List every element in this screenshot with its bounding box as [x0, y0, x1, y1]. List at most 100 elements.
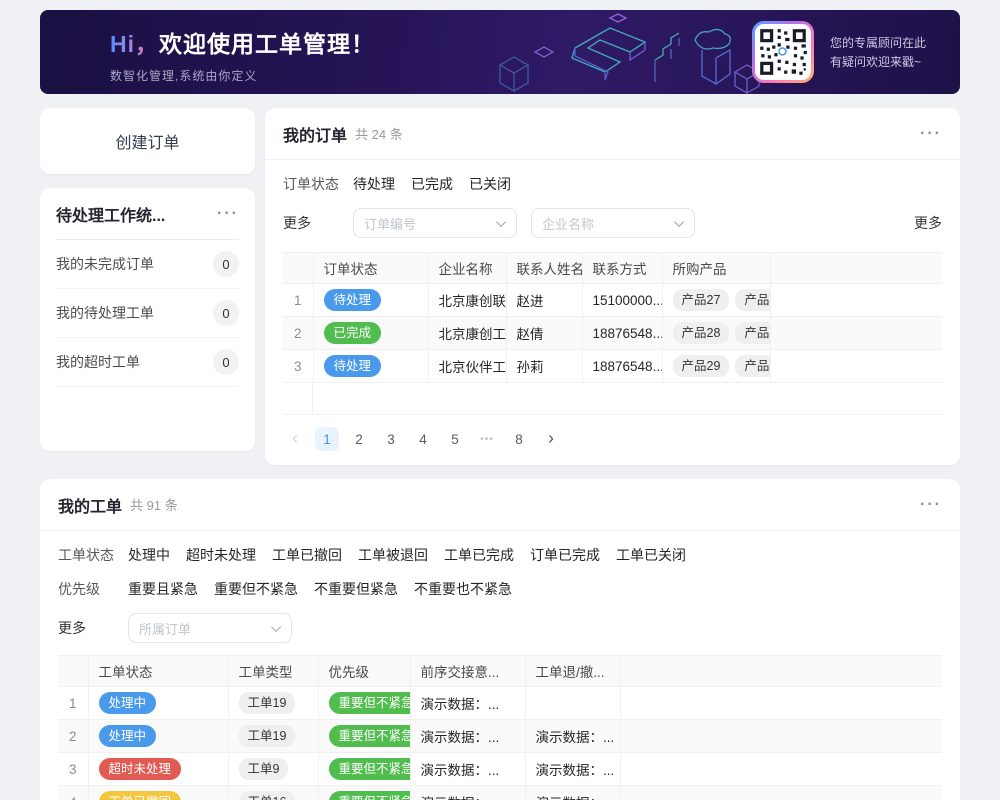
sidebar: 创建订单 待处理工作统... ··· 我的未完成订单 0 我的待处理工单 0 我… — [40, 108, 255, 451]
more-filters-label: 更多 — [283, 213, 353, 233]
priority-filter-label: 优先级 — [58, 579, 128, 599]
status-badge: 处理中 — [99, 692, 157, 714]
filter-option-order-done[interactable]: 订单已完成 — [530, 545, 600, 565]
pending-work-stats-card: 待处理工作统... ··· 我的未完成订单 0 我的待处理工单 0 我的超时工单… — [40, 188, 255, 451]
filter-option-pending[interactable]: 待处理 — [353, 174, 395, 194]
status-badge: 处理中 — [99, 725, 157, 747]
more-icon[interactable]: ··· — [217, 206, 239, 222]
create-order-button[interactable]: 创建订单 — [40, 108, 255, 174]
retreat-cell: 演示数据：... — [525, 720, 620, 753]
ticket-status-cell: 处理中 — [88, 720, 228, 753]
more-icon[interactable]: ··· — [920, 497, 942, 513]
filter-option-ticket-closed[interactable]: 工单已关闭 — [616, 545, 686, 565]
ticket-status-cell: 工单已撤回 — [88, 786, 228, 800]
qr-caption-line2: 有疑问欢迎来戳~ — [830, 53, 926, 72]
filter-option-not-important-not-urgent[interactable]: 不重要也不紧急 — [414, 579, 512, 599]
products-cell: 产品28产品 — [662, 317, 770, 350]
parent-order-select[interactable]: 所属订单 — [128, 613, 292, 643]
contact-cell: 孙莉 — [506, 350, 582, 383]
stat-pending-tickets[interactable]: 我的待处理工单 0 — [56, 289, 239, 338]
products-cell: 产品29产品 — [662, 350, 770, 383]
product-tag: 产品 — [735, 322, 770, 344]
priority-badge: 重要但不紧急 — [329, 791, 411, 800]
my-tickets-panel: 我的工单 共 91 条 ··· 工单状态 处理中 超时未处理 工单已撤回 工单被… — [40, 479, 960, 800]
col-contact-name: 联系人姓名 — [506, 253, 582, 284]
col-blank — [620, 656, 942, 687]
row-index: 2 — [58, 720, 88, 753]
filter-option-returned[interactable]: 工单被退回 — [358, 545, 428, 565]
filter-option-completed[interactable]: 已完成 — [411, 174, 453, 194]
priority-cell: 重要但不紧急 — [318, 687, 410, 720]
page-3[interactable]: 3 — [379, 427, 403, 451]
col-order-status: 订单状态 — [313, 253, 428, 284]
stat-unfinished-orders[interactable]: 我的未完成订单 0 — [56, 240, 239, 289]
banner-subtitle: 数智化管理,系统由你定义 — [110, 67, 375, 84]
filter-option-overtime[interactable]: 超时未处理 — [186, 545, 256, 565]
table-row[interactable]: 2 已完成 北京康创工... 赵倩 18876548... 产品28产品 — [283, 317, 942, 350]
count-badge: 0 — [213, 349, 239, 375]
ticket-type-cell: 工单19 — [228, 720, 318, 753]
order-status-cell: 待处理 — [313, 350, 428, 383]
tickets-panel-title: 我的工单 — [58, 493, 122, 517]
table-row[interactable]: 3 待处理 北京伙伴工... 孙莉 18876548... 产品29产品 — [283, 350, 942, 383]
company-cell: 北京康创工... — [428, 317, 506, 350]
blank-cell — [620, 720, 942, 753]
page-ellipsis-icon[interactable]: ••• — [475, 427, 499, 451]
company-name-placeholder: 企业名称 — [542, 214, 677, 233]
create-order-label: 创建订单 — [115, 129, 179, 153]
ticket-status-cell: 处理中 — [88, 687, 228, 720]
filter-option-withdrawn[interactable]: 工单已撤回 — [272, 545, 342, 565]
ticket-type-tag: 工单19 — [239, 725, 296, 747]
orders-count: 共 24 条 — [355, 124, 403, 143]
ticket-type-cell: 工单16 — [228, 786, 318, 800]
handover-cell: 演示数据：... — [410, 687, 525, 720]
count-badge: 0 — [213, 251, 239, 277]
company-name-select[interactable]: 企业名称 — [531, 208, 695, 238]
ticket-type-cell: 工单9 — [228, 753, 318, 786]
filter-option-closed[interactable]: 已关闭 — [469, 174, 511, 194]
banner-title: Hi，欢迎使用工单管理！ — [110, 25, 375, 59]
status-badge: 超时未处理 — [99, 758, 182, 780]
page-2[interactable]: 2 — [347, 427, 371, 451]
table-row[interactable]: 4 工单已撤回 工单16 重要但不紧急 演示数据：... 演示数据：... — [58, 786, 942, 800]
blank-cell — [620, 687, 942, 720]
retreat-cell — [525, 687, 620, 720]
blank-cell — [770, 317, 942, 350]
filter-option-ticket-done[interactable]: 工单已完成 — [444, 545, 514, 565]
row-index: 2 — [283, 317, 313, 350]
page-5[interactable]: 5 — [443, 427, 467, 451]
order-status-cell: 已完成 — [313, 317, 428, 350]
retreat-cell: 演示数据：... — [525, 786, 620, 800]
phone-cell: 18876548... — [582, 350, 662, 383]
contact-cell: 赵进 — [506, 284, 582, 317]
filter-option-important-not-urgent[interactable]: 重要但不紧急 — [214, 579, 298, 599]
next-page-icon[interactable]: › — [539, 427, 563, 451]
table-row[interactable]: 2 处理中 工单19 重要但不紧急 演示数据：... 演示数据：... — [58, 720, 942, 753]
order-number-select[interactable]: 订单编号 — [353, 208, 517, 238]
col-index — [283, 253, 313, 284]
more-link[interactable]: 更多 — [914, 213, 942, 233]
filter-option-important-urgent[interactable]: 重要且紧急 — [128, 579, 198, 599]
col-priority: 优先级 — [318, 656, 410, 687]
priority-cell: 重要但不紧急 — [318, 786, 410, 800]
product-tag: 产品28 — [673, 322, 730, 344]
filter-option-processing[interactable]: 处理中 — [128, 545, 170, 565]
order-status-filter-label: 订单状态 — [283, 174, 353, 194]
stat-overtime-tickets[interactable]: 我的超时工单 0 — [56, 338, 239, 387]
col-handover: 前序交接意... — [410, 656, 525, 687]
page-4[interactable]: 4 — [411, 427, 435, 451]
more-icon[interactable]: ··· — [920, 126, 942, 142]
prev-page-icon[interactable]: ‹ — [283, 427, 307, 451]
table-row[interactable]: 1 处理中 工单19 重要但不紧急 演示数据：... — [58, 687, 942, 720]
page-8[interactable]: 8 — [507, 427, 531, 451]
status-badge: 待处理 — [324, 289, 382, 311]
table-row[interactable]: 1 待处理 北京康创联... 赵进 15100000... 产品27产品 — [283, 284, 942, 317]
page-1[interactable]: 1 — [315, 427, 339, 451]
filter-option-not-important-urgent[interactable]: 不重要但紧急 — [314, 579, 398, 599]
count-badge: 0 — [213, 300, 239, 326]
table-row[interactable]: 3 超时未处理 工单9 重要但不紧急 演示数据：... 演示数据：... — [58, 753, 942, 786]
table-empty-area — [283, 383, 942, 415]
priority-cell: 重要但不紧急 — [318, 720, 410, 753]
page: Hi，欢迎使用工单管理！ 数智化管理,系统由你定义 您的专属顾问在此 — [0, 0, 1000, 800]
phone-cell: 15100000... — [582, 284, 662, 317]
